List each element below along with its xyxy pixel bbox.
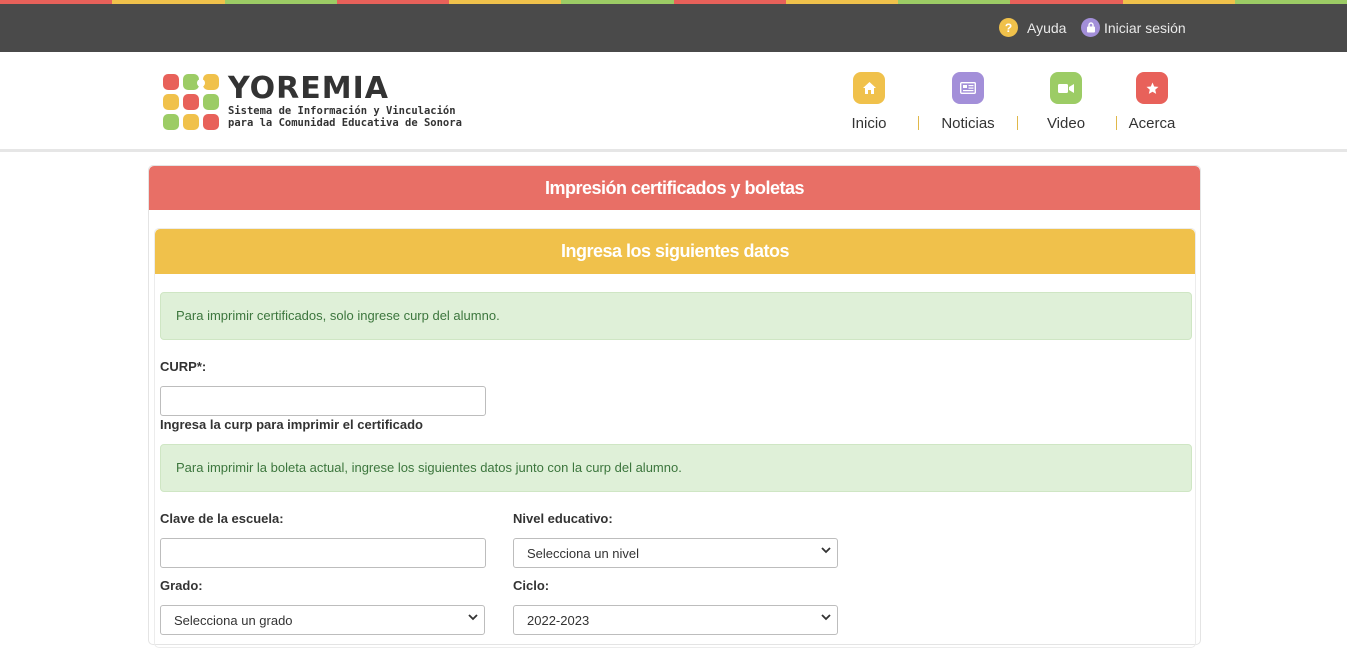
chevron-down-icon (821, 547, 831, 554)
newspaper-icon (952, 72, 984, 104)
grade-select[interactable]: Selecciona un grado (160, 605, 485, 635)
nav-noticias[interactable]: Noticias (923, 72, 1013, 132)
login-label: Iniciar sesión (1104, 19, 1186, 36)
data-form: Ingresa los siguientes datos Para imprim… (154, 228, 1196, 648)
curp-input[interactable] (160, 386, 486, 416)
nav-video-label: Video (1046, 115, 1086, 132)
home-icon (853, 72, 885, 104)
login-link[interactable]: Iniciar sesión (1081, 18, 1186, 37)
boleta-alert: Para imprimir la boleta actual, ingrese … (160, 444, 1192, 492)
brand-name: YOREMIA (228, 71, 389, 106)
nav-inicio-label: Inicio (851, 115, 887, 132)
school-key-label: Clave de la escuela: (160, 511, 284, 526)
print-panel: Impresión certificados y boletas Ingresa… (148, 165, 1201, 648)
tagline-line-1: Sistema de Información y Vinculación (228, 105, 456, 117)
cycle-label: Ciclo: (513, 578, 550, 593)
school-key-input[interactable] (160, 538, 486, 568)
lock-icon (1081, 18, 1100, 37)
help-label: Ayuda (1027, 19, 1067, 36)
chevron-down-icon (468, 614, 478, 621)
panel-title: Impresión certificados y boletas (149, 166, 1200, 210)
nav-acerca[interactable]: Acerca (1107, 72, 1197, 132)
tagline-line-2: para la Comunidad Educativa de Sonora (228, 117, 462, 129)
yoremia-logo[interactable] (162, 73, 220, 131)
video-camera-icon (1050, 72, 1082, 104)
certificate-alert: Para imprimir certificados, solo ingrese… (160, 292, 1192, 340)
nav-video[interactable]: Video (1021, 72, 1111, 132)
grade-value: Selecciona un grado (174, 613, 293, 628)
chevron-down-icon (821, 614, 831, 621)
question-icon: ? (999, 18, 1018, 37)
cycle-value: 2022-2023 (527, 613, 590, 628)
nav-inicio[interactable]: Inicio (824, 72, 914, 132)
star-icon (1136, 72, 1168, 104)
nav-noticias-label: Noticias (941, 115, 995, 132)
curp-help-text: Ingresa la curp para imprimir el certifi… (160, 417, 423, 432)
nav-acerca-label: Acerca (1128, 115, 1176, 132)
education-level-value: Selecciona un nivel (527, 546, 640, 561)
form-title: Ingresa los siguientes datos (155, 229, 1195, 274)
education-level-select[interactable]: Selecciona un nivel (513, 538, 838, 568)
grade-label: Grado: (160, 578, 203, 593)
nav-separator (918, 116, 919, 130)
cycle-select[interactable]: 2022-2023 (513, 605, 838, 635)
brand-tagline: Sistema de Información y Vinculación par… (228, 105, 462, 129)
education-level-label: Nivel educativo: (513, 511, 613, 526)
curp-label: CURP*: (160, 359, 207, 374)
nav-separator (1017, 116, 1018, 130)
site-header: YOREMIA Sistema de Información y Vincula… (0, 52, 1347, 152)
help-link[interactable]: ? Ayuda (999, 18, 1066, 37)
top-bar: ? Ayuda Iniciar sesión (0, 4, 1347, 52)
